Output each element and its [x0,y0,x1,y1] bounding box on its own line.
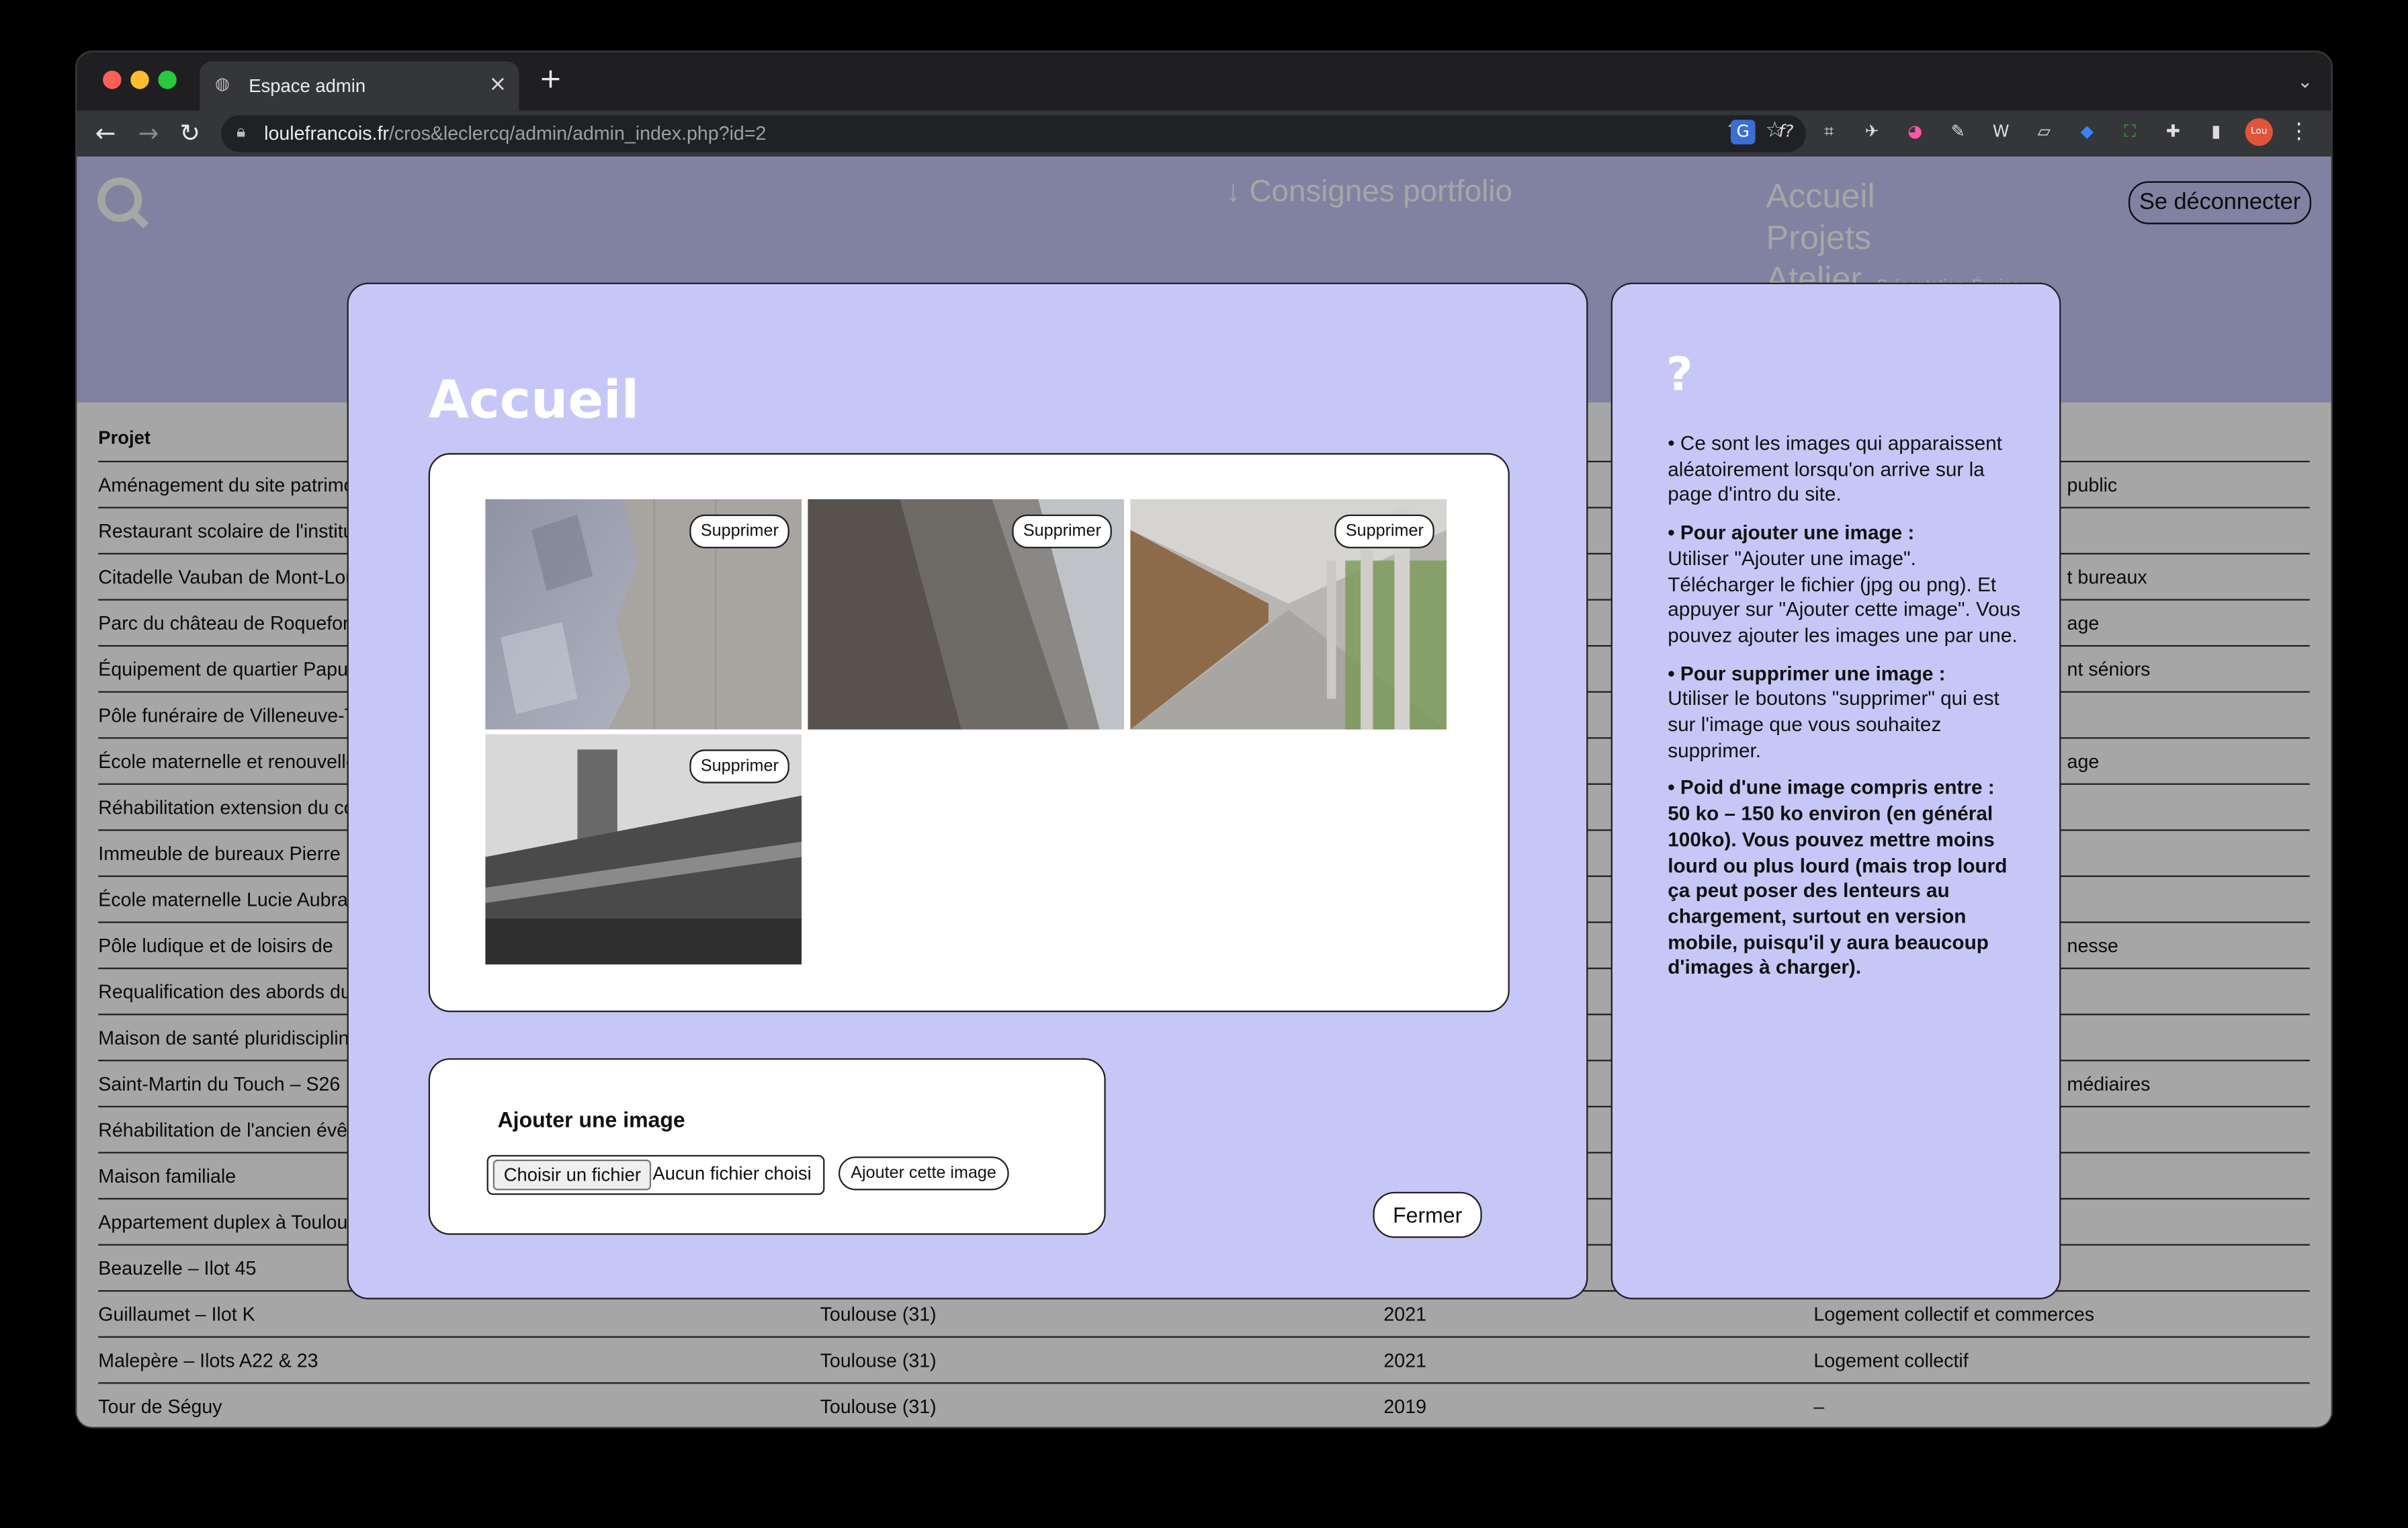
more-menu-icon[interactable]: ⋮ [2288,120,2310,144]
side-panel-icon[interactable]: ▮ [2204,120,2229,144]
delete-image-button[interactable]: Supprimer [1012,514,1112,548]
delete-image-button[interactable]: Supprimer [1334,514,1434,548]
add-image-title: Ajouter une image [497,1107,685,1132]
help-panel: ? • Ce sont les images qui apparaissent … [1610,282,2061,1300]
browser-toolbar: ← → ↻ 🔒︎ loulefrancois.fr/cros&leclercq/… [77,110,2331,157]
help-paragraph: • Pour supprimer une image : Utiliser le … [1668,661,2000,762]
file-input[interactable]: Choisir un fichier Aucun fichier choisi [486,1154,825,1195]
help-paragraph: • Poid d'une image compris entre : 50 ko… [1668,776,2008,979]
edit-images-modal: Accueil Supprimer Supprimer Supprimer Su… [347,282,1588,1300]
color-picker-extension-icon[interactable]: ◕ [1903,120,1928,144]
tab-search-icon[interactable]: ⌄ [2297,71,2313,92]
profile-avatar[interactable]: Lou [2245,118,2273,146]
delete-image-button[interactable]: Supprimer [689,749,789,783]
file-status: Aucun fichier choisi [652,1162,812,1185]
translate-extension-icon[interactable]: G [1730,120,1756,144]
eraser-extension-icon[interactable]: ▱ [2032,120,2057,144]
lock-icon: 🔒︎ [236,121,246,142]
help-title: ? [1666,348,1693,402]
eyedropper-extension-icon[interactable]: ✎ [1946,120,1971,144]
url-text: loulefrancois.fr/cros&leclercq/admin/adm… [264,122,767,144]
gallery-image: Supprimer [808,499,1125,730]
page-content: ↓ Consignes portfolio Accueil Projets At… [77,157,2331,1427]
tag-extension-icon[interactable]: ◆ [2075,120,2100,144]
globe-icon: ◍ [214,73,230,94]
back-icon[interactable]: ← [95,118,116,149]
screenshot-extension-icon[interactable]: ⛶ [2118,120,2143,144]
add-image-form: Ajouter une image Choisir un fichier Auc… [428,1058,1106,1235]
puzzle-extensions-icon[interactable]: ✚ [2161,120,2186,144]
tab-title: Espace admin [249,75,366,97]
help-paragraph: • Pour ajouter une image : Utiliser "Ajou… [1668,521,2021,647]
add-image-submit-button[interactable]: Ajouter cette image [838,1156,1009,1191]
help-text: • Ce sont les images qui apparaissent al… [1668,431,2021,994]
close-modal-button[interactable]: Fermer [1373,1191,1482,1238]
w-extension-icon[interactable]: W [1989,120,2014,144]
reload-icon[interactable]: ↻ [179,118,200,149]
forward-icon[interactable]: → [138,118,159,149]
gallery-image: Supprimer [485,499,802,730]
image-gallery: Supprimer Supprimer Supprimer Supprimer [428,453,1510,1013]
gallery-image: Supprimer [485,734,802,965]
close-window-button[interactable] [103,71,122,89]
pin-extension-icon[interactable]: ✈ [1860,120,1885,144]
tab-close-icon[interactable]: × [488,72,507,97]
delete-image-button[interactable]: Supprimer [689,514,789,548]
cube-extension-icon[interactable]: ⌗ [1817,120,1842,144]
tab-bar: ◍ Espace admin × + ⌄ [77,52,2331,111]
modal-title: Accueil [428,370,640,432]
address-bar[interactable]: 🔒︎ loulefrancois.fr/cros&leclercq/admin/… [221,115,1806,153]
browser-tab[interactable]: ◍ Espace admin × [200,61,519,111]
gallery-image: Supprimer [1130,499,1447,730]
maximize-window-button[interactable] [158,71,177,89]
browser-window: ◍ Espace admin × + ⌄ ← → ↻ 🔒︎ loulefranc… [77,52,2331,1427]
new-tab-button[interactable]: + [539,65,562,93]
minimize-window-button[interactable] [130,71,149,89]
font-extension-icon[interactable]: f? [1774,120,1799,144]
choose-file-button[interactable]: Choisir un fichier [492,1159,652,1191]
help-paragraph: • Ce sont les images qui apparaissent al… [1668,431,2002,506]
